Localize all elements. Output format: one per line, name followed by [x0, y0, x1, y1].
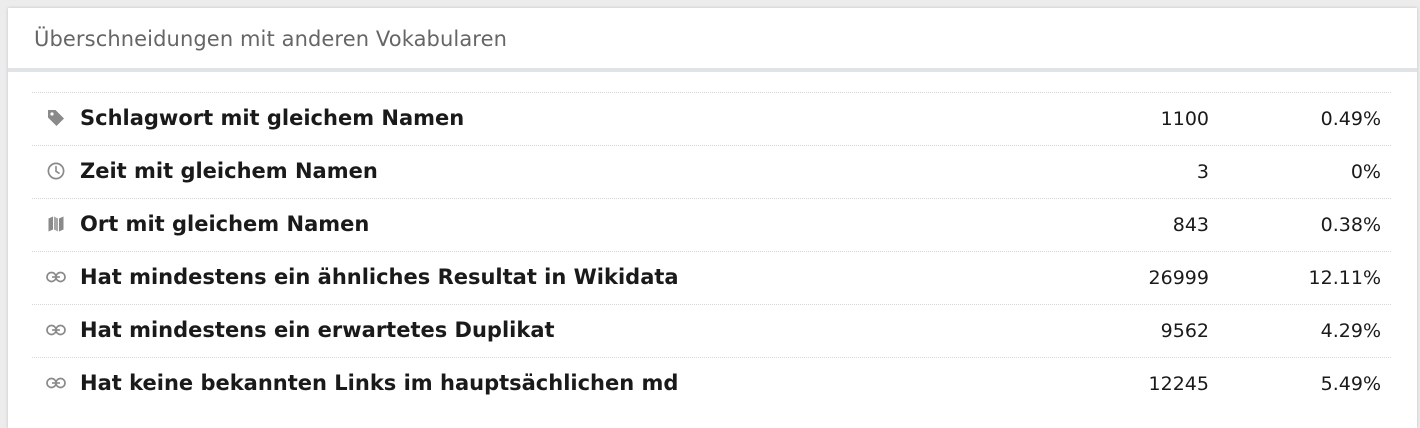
row-count: 9562 [1160, 320, 1209, 342]
panel-header: Überschneidungen mit anderen Vokabularen [8, 8, 1417, 72]
link-icon [46, 373, 66, 393]
map-icon [46, 214, 66, 234]
row-percent: 0% [1350, 161, 1381, 183]
row-count: 3 [1196, 161, 1209, 183]
table-row: Ort mit gleichem Namen 843 0.38% [32, 198, 1391, 251]
link-icon [46, 267, 66, 287]
table-row: Hat keine bekannten Links im hauptsächli… [32, 357, 1391, 410]
row-count: 26999 [1148, 267, 1209, 289]
row-percent: 12.11% [1308, 267, 1381, 289]
overlap-table: Schlagwort mit gleichem Namen 1100 0.49%… [32, 92, 1391, 410]
row-count: 1100 [1160, 108, 1209, 130]
table-row: Zeit mit gleichem Namen 3 0% [32, 145, 1391, 198]
row-count: 12245 [1148, 373, 1209, 395]
row-label: Hat mindestens ein ähnliches Resultat in… [80, 265, 679, 289]
table-row: Schlagwort mit gleichem Namen 1100 0.49% [32, 92, 1391, 145]
link-icon [46, 320, 66, 340]
tag-icon [46, 108, 66, 128]
row-percent: 0.38% [1320, 214, 1381, 236]
row-percent: 0.49% [1320, 108, 1381, 130]
row-label: Schlagwort mit gleichem Namen [80, 106, 465, 130]
row-label: Hat keine bekannten Links im hauptsächli… [80, 371, 679, 395]
row-label: Hat mindestens ein erwartetes Duplikat [80, 318, 555, 342]
row-count: 843 [1172, 214, 1209, 236]
clock-icon [46, 161, 66, 181]
row-label: Zeit mit gleichem Namen [80, 159, 378, 183]
row-label: Ort mit gleichem Namen [80, 212, 370, 236]
table-row: Hat mindestens ein erwartetes Duplikat 9… [32, 304, 1391, 357]
overlap-panel: Überschneidungen mit anderen Vokabularen… [8, 8, 1417, 428]
row-percent: 4.29% [1320, 320, 1381, 342]
row-percent: 5.49% [1320, 373, 1381, 395]
table-row: Hat mindestens ein ähnliches Resultat in… [32, 251, 1391, 304]
panel-title: Überschneidungen mit anderen Vokabularen [34, 27, 507, 51]
